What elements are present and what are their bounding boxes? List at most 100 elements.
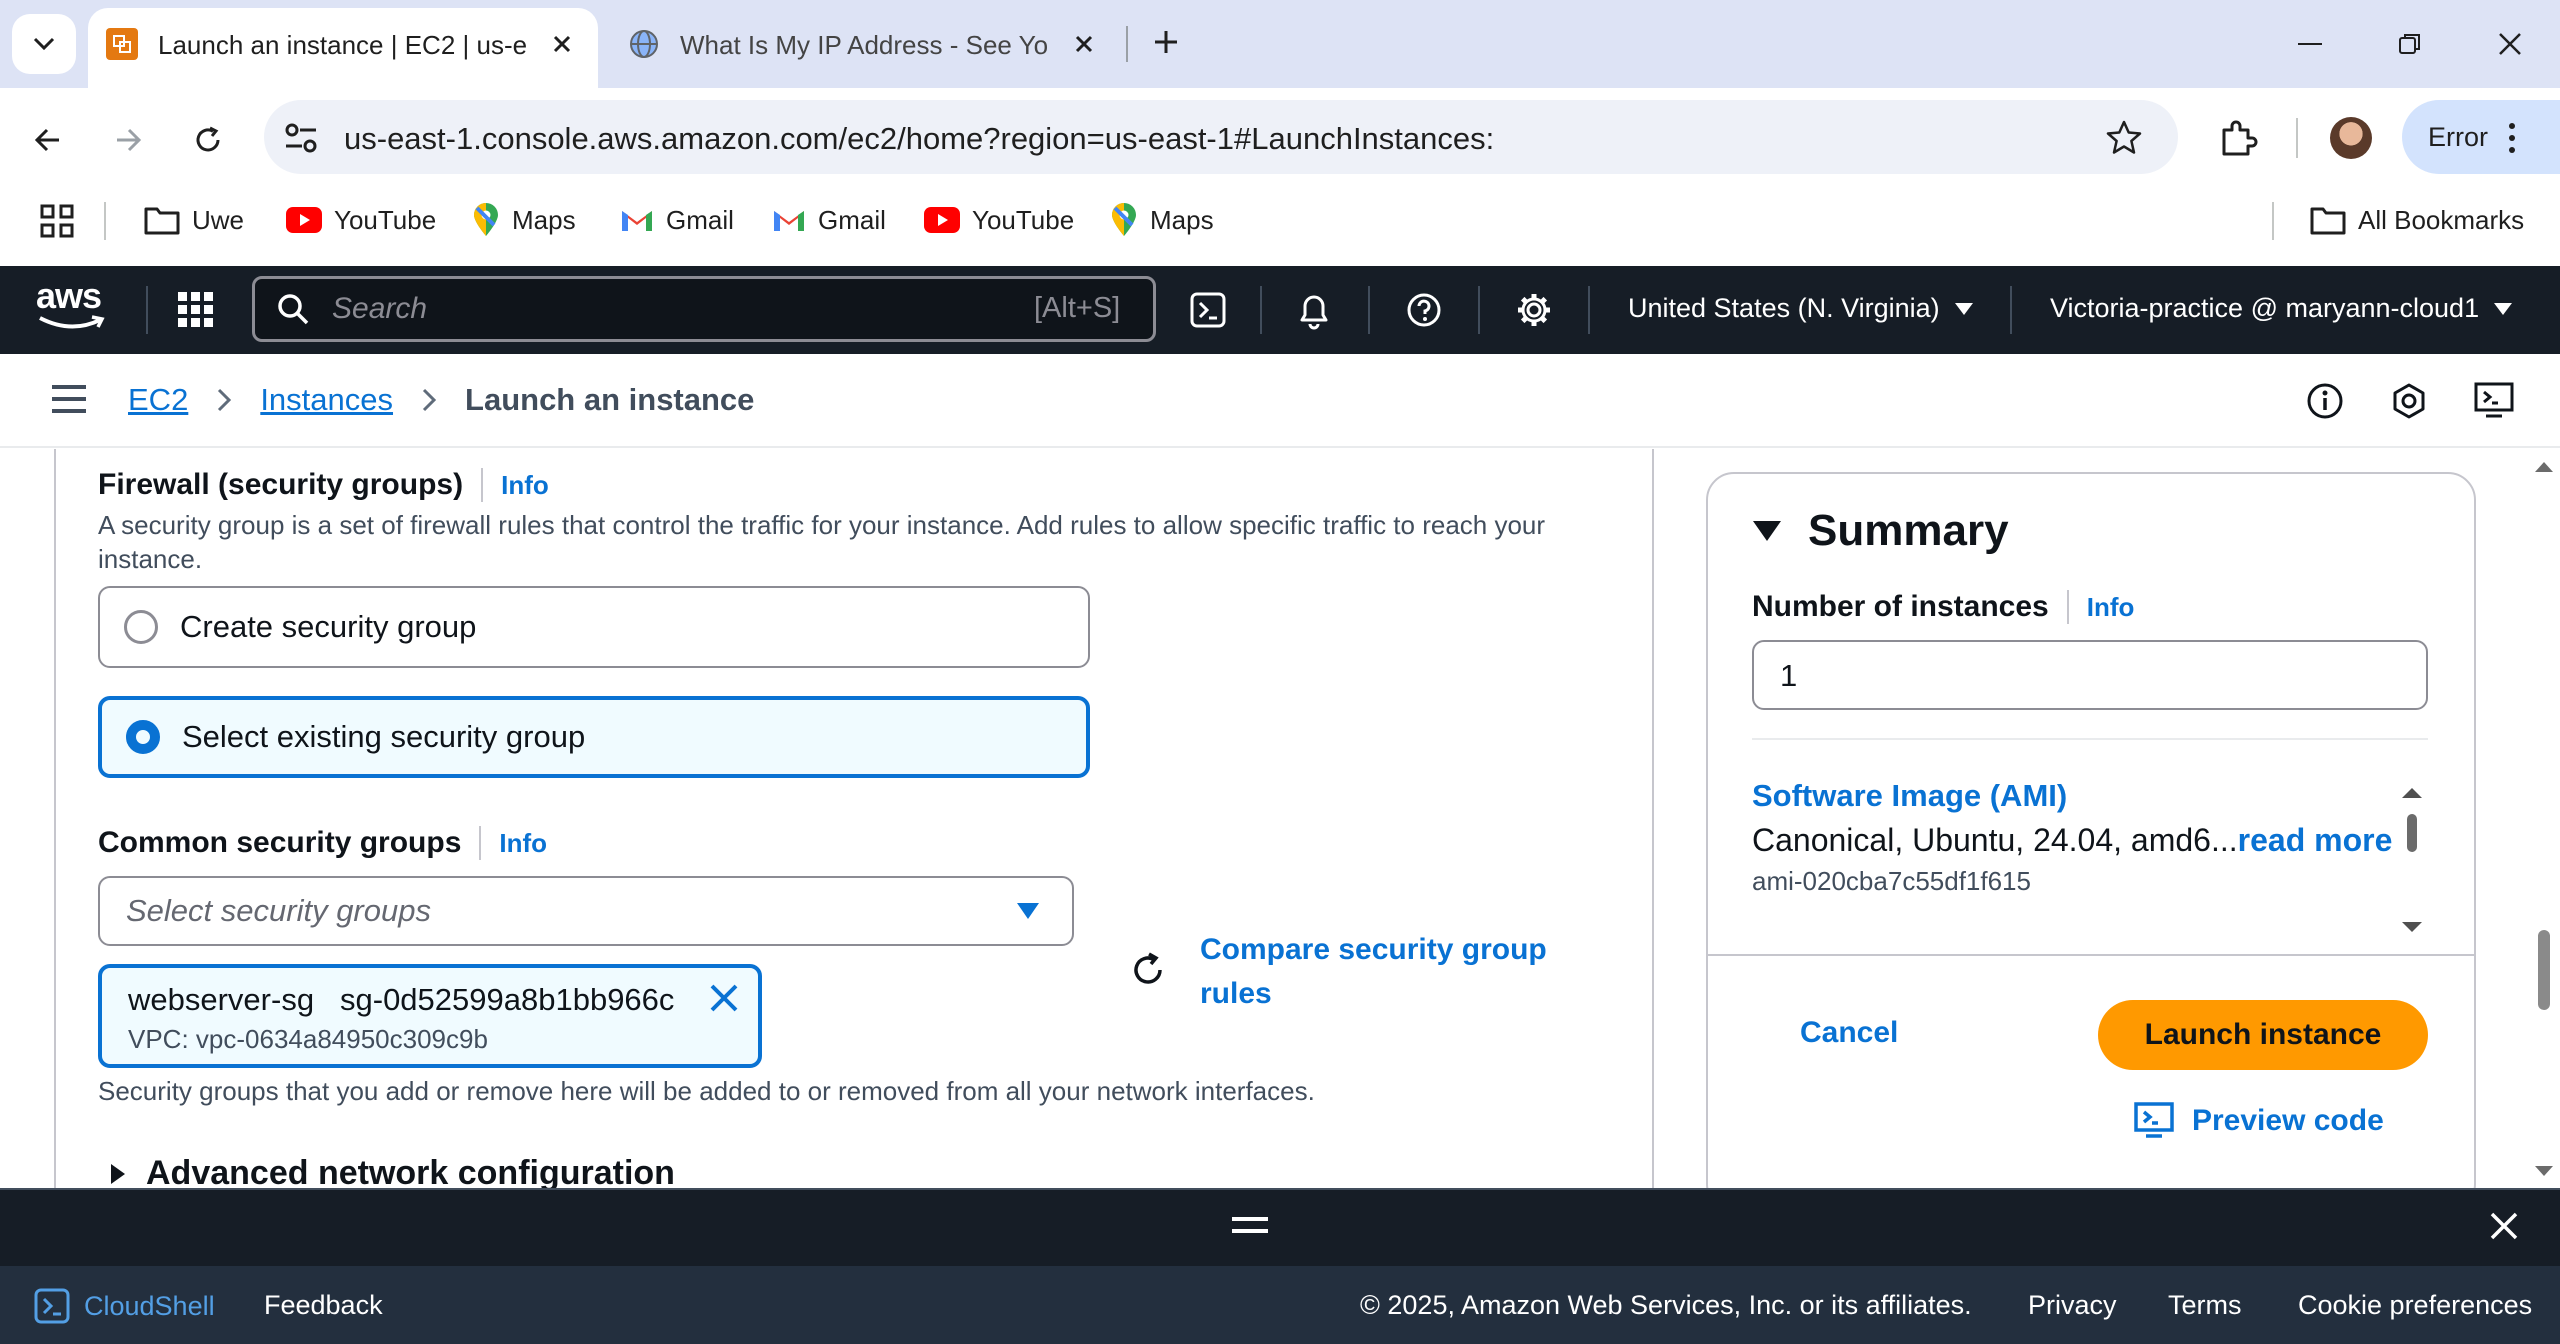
cloudshell-icon[interactable]	[1190, 292, 1226, 328]
summary-scrollbar[interactable]	[2398, 780, 2426, 940]
folder-icon	[2310, 207, 2346, 235]
bookmark-maps[interactable]: Maps	[1110, 203, 1214, 236]
page-scrollbar[interactable]	[2530, 452, 2558, 1188]
refresh-icon[interactable]	[1128, 950, 1168, 990]
chevron-right-icon	[422, 388, 437, 412]
account-menu[interactable]: Victoria-practice @ maryann-cloud1	[2050, 293, 2513, 324]
notifications-bell-icon[interactable]	[1296, 290, 1332, 330]
cloudshell-label: CloudShell	[84, 1290, 215, 1321]
summary-header[interactable]: Summary	[1752, 506, 2009, 556]
create-security-group-option[interactable]: Create security group	[98, 586, 1090, 668]
apps-grid-icon[interactable]	[40, 204, 74, 238]
number-of-instances-value: 1	[1780, 658, 1798, 693]
option-label: Select existing security group	[182, 719, 586, 754]
toolbar-divider	[2296, 118, 2298, 158]
firewall-title: Firewall (security groups)	[98, 468, 464, 501]
select-placeholder: Select security groups	[126, 893, 431, 928]
bookmark-maps[interactable]: Maps	[472, 203, 576, 236]
drag-handle-icon[interactable]	[1232, 1214, 1268, 1236]
youtube-icon	[924, 207, 960, 233]
gmail-icon	[622, 211, 652, 231]
select-existing-security-group-option[interactable]: Select existing security group	[98, 696, 1090, 778]
tab-divider	[1126, 26, 1128, 62]
avatar[interactable]	[2330, 117, 2372, 159]
extensions-icon[interactable]	[2216, 116, 2260, 160]
radio-button-selected[interactable]	[126, 720, 160, 754]
breadcrumb-instances[interactable]: Instances	[260, 382, 393, 418]
bookmark-gmail[interactable]: Gmail	[772, 205, 886, 235]
all-bookmarks[interactable]: All Bookmarks	[2310, 205, 2524, 235]
number-of-instances-input[interactable]	[1752, 640, 2428, 710]
security-groups-note: Security groups that you add or remove h…	[98, 1076, 1315, 1106]
remove-token-button[interactable]	[704, 978, 744, 1018]
gmail-icon	[774, 211, 804, 231]
reload-icon	[196, 126, 220, 152]
breadcrumb-ec2[interactable]: EC2	[128, 382, 188, 418]
cloudshell-footer-button[interactable]: CloudShell	[34, 1288, 215, 1324]
tab-close-icon[interactable]	[544, 26, 580, 62]
restore-button[interactable]	[2390, 24, 2430, 64]
bookmark-youtube[interactable]: YouTube	[286, 205, 436, 235]
firewall-description: A security group is a set of firewall ru…	[98, 510, 1546, 574]
region-label: United States (N. Virginia)	[1628, 293, 1940, 323]
services-grid-icon[interactable]	[178, 292, 214, 328]
token-id: sg-0d52599a8b1bb966c	[340, 982, 675, 1017]
caret-down-icon	[1954, 302, 1973, 315]
security-hub-icon[interactable]	[2390, 382, 2428, 420]
preview-code-button[interactable]: Preview code	[2134, 1102, 2384, 1140]
bookmark-label: Maps	[512, 204, 576, 235]
plus-icon	[1155, 31, 1177, 53]
minimize-button[interactable]	[2290, 24, 2330, 64]
close-window-button[interactable]	[2490, 24, 2530, 64]
more-vert-icon[interactable]	[2500, 118, 2524, 158]
aws-logo[interactable]: aws	[36, 278, 108, 340]
bookmark-youtube[interactable]: YouTube	[924, 205, 1074, 235]
settings-gear-icon[interactable]	[1516, 292, 1552, 328]
terms-link[interactable]: Terms	[2168, 1290, 2242, 1321]
firewall-header: Firewall (security groups) Info	[98, 468, 549, 502]
common-security-groups-info-link[interactable]: Info	[499, 828, 547, 859]
software-image-ami-link[interactable]: Software Image (AMI)	[1752, 778, 2067, 814]
bookmark-star-icon[interactable]	[2104, 118, 2144, 158]
profile-error-label: Error	[2428, 122, 2488, 152]
nav-divider	[1588, 286, 1590, 334]
preview-code-panel-icon[interactable]	[2474, 382, 2514, 420]
privacy-link[interactable]: Privacy	[2028, 1290, 2117, 1321]
bookmark-uwe[interactable]: Uwe	[144, 205, 244, 235]
feedback-link[interactable]: Feedback	[264, 1290, 383, 1321]
reload-button[interactable]	[186, 118, 230, 162]
close-icon	[2490, 1212, 2518, 1240]
number-of-instances-header: Number of instances Info	[1752, 590, 2134, 624]
read-more-link[interactable]: read more	[2238, 822, 2393, 858]
site-info-icon[interactable]	[282, 120, 322, 156]
compare-security-group-rules-link[interactable]: Compare security group rules	[1200, 928, 1600, 1016]
caret-down-icon	[1016, 902, 1040, 920]
info-panel-icon[interactable]	[2306, 382, 2344, 420]
close-panel-button[interactable]	[2484, 1206, 2524, 1246]
chevron-right-icon	[218, 388, 232, 412]
aws-smile-icon	[39, 315, 105, 329]
forward-arrow-icon	[117, 128, 142, 152]
back-button[interactable]	[26, 118, 70, 162]
all-bookmarks-label: All Bookmarks	[2358, 204, 2525, 235]
new-tab-button[interactable]	[1146, 22, 1186, 62]
option-label: Create security group	[180, 609, 477, 644]
forward-button[interactable]	[106, 118, 150, 162]
summary-actions-divider	[1708, 954, 2474, 956]
firewall-info-link[interactable]: Info	[501, 470, 549, 501]
folder-icon	[144, 207, 180, 235]
help-icon[interactable]	[1406, 292, 1442, 328]
breadcrumb: EC2 Instances Launch an instance	[128, 382, 754, 418]
header-divider	[479, 826, 482, 860]
radio-button[interactable]	[124, 610, 158, 644]
account-label: Victoria-practice @ maryann-cloud1	[2050, 293, 2480, 323]
cookie-preferences-link[interactable]: Cookie preferences	[2298, 1290, 2532, 1321]
side-nav-menu-icon[interactable]	[52, 384, 86, 414]
bookmark-gmail[interactable]: Gmail	[620, 205, 734, 235]
tab-close-icon[interactable]	[1066, 26, 1102, 62]
region-selector[interactable]: United States (N. Virginia)	[1628, 293, 1974, 324]
launch-instance-button[interactable]: Launch instance	[2098, 1000, 2428, 1070]
tab-search-button[interactable]	[12, 14, 76, 74]
number-of-instances-info-link[interactable]: Info	[2087, 592, 2135, 623]
cancel-button[interactable]: Cancel	[1800, 1016, 1898, 1050]
